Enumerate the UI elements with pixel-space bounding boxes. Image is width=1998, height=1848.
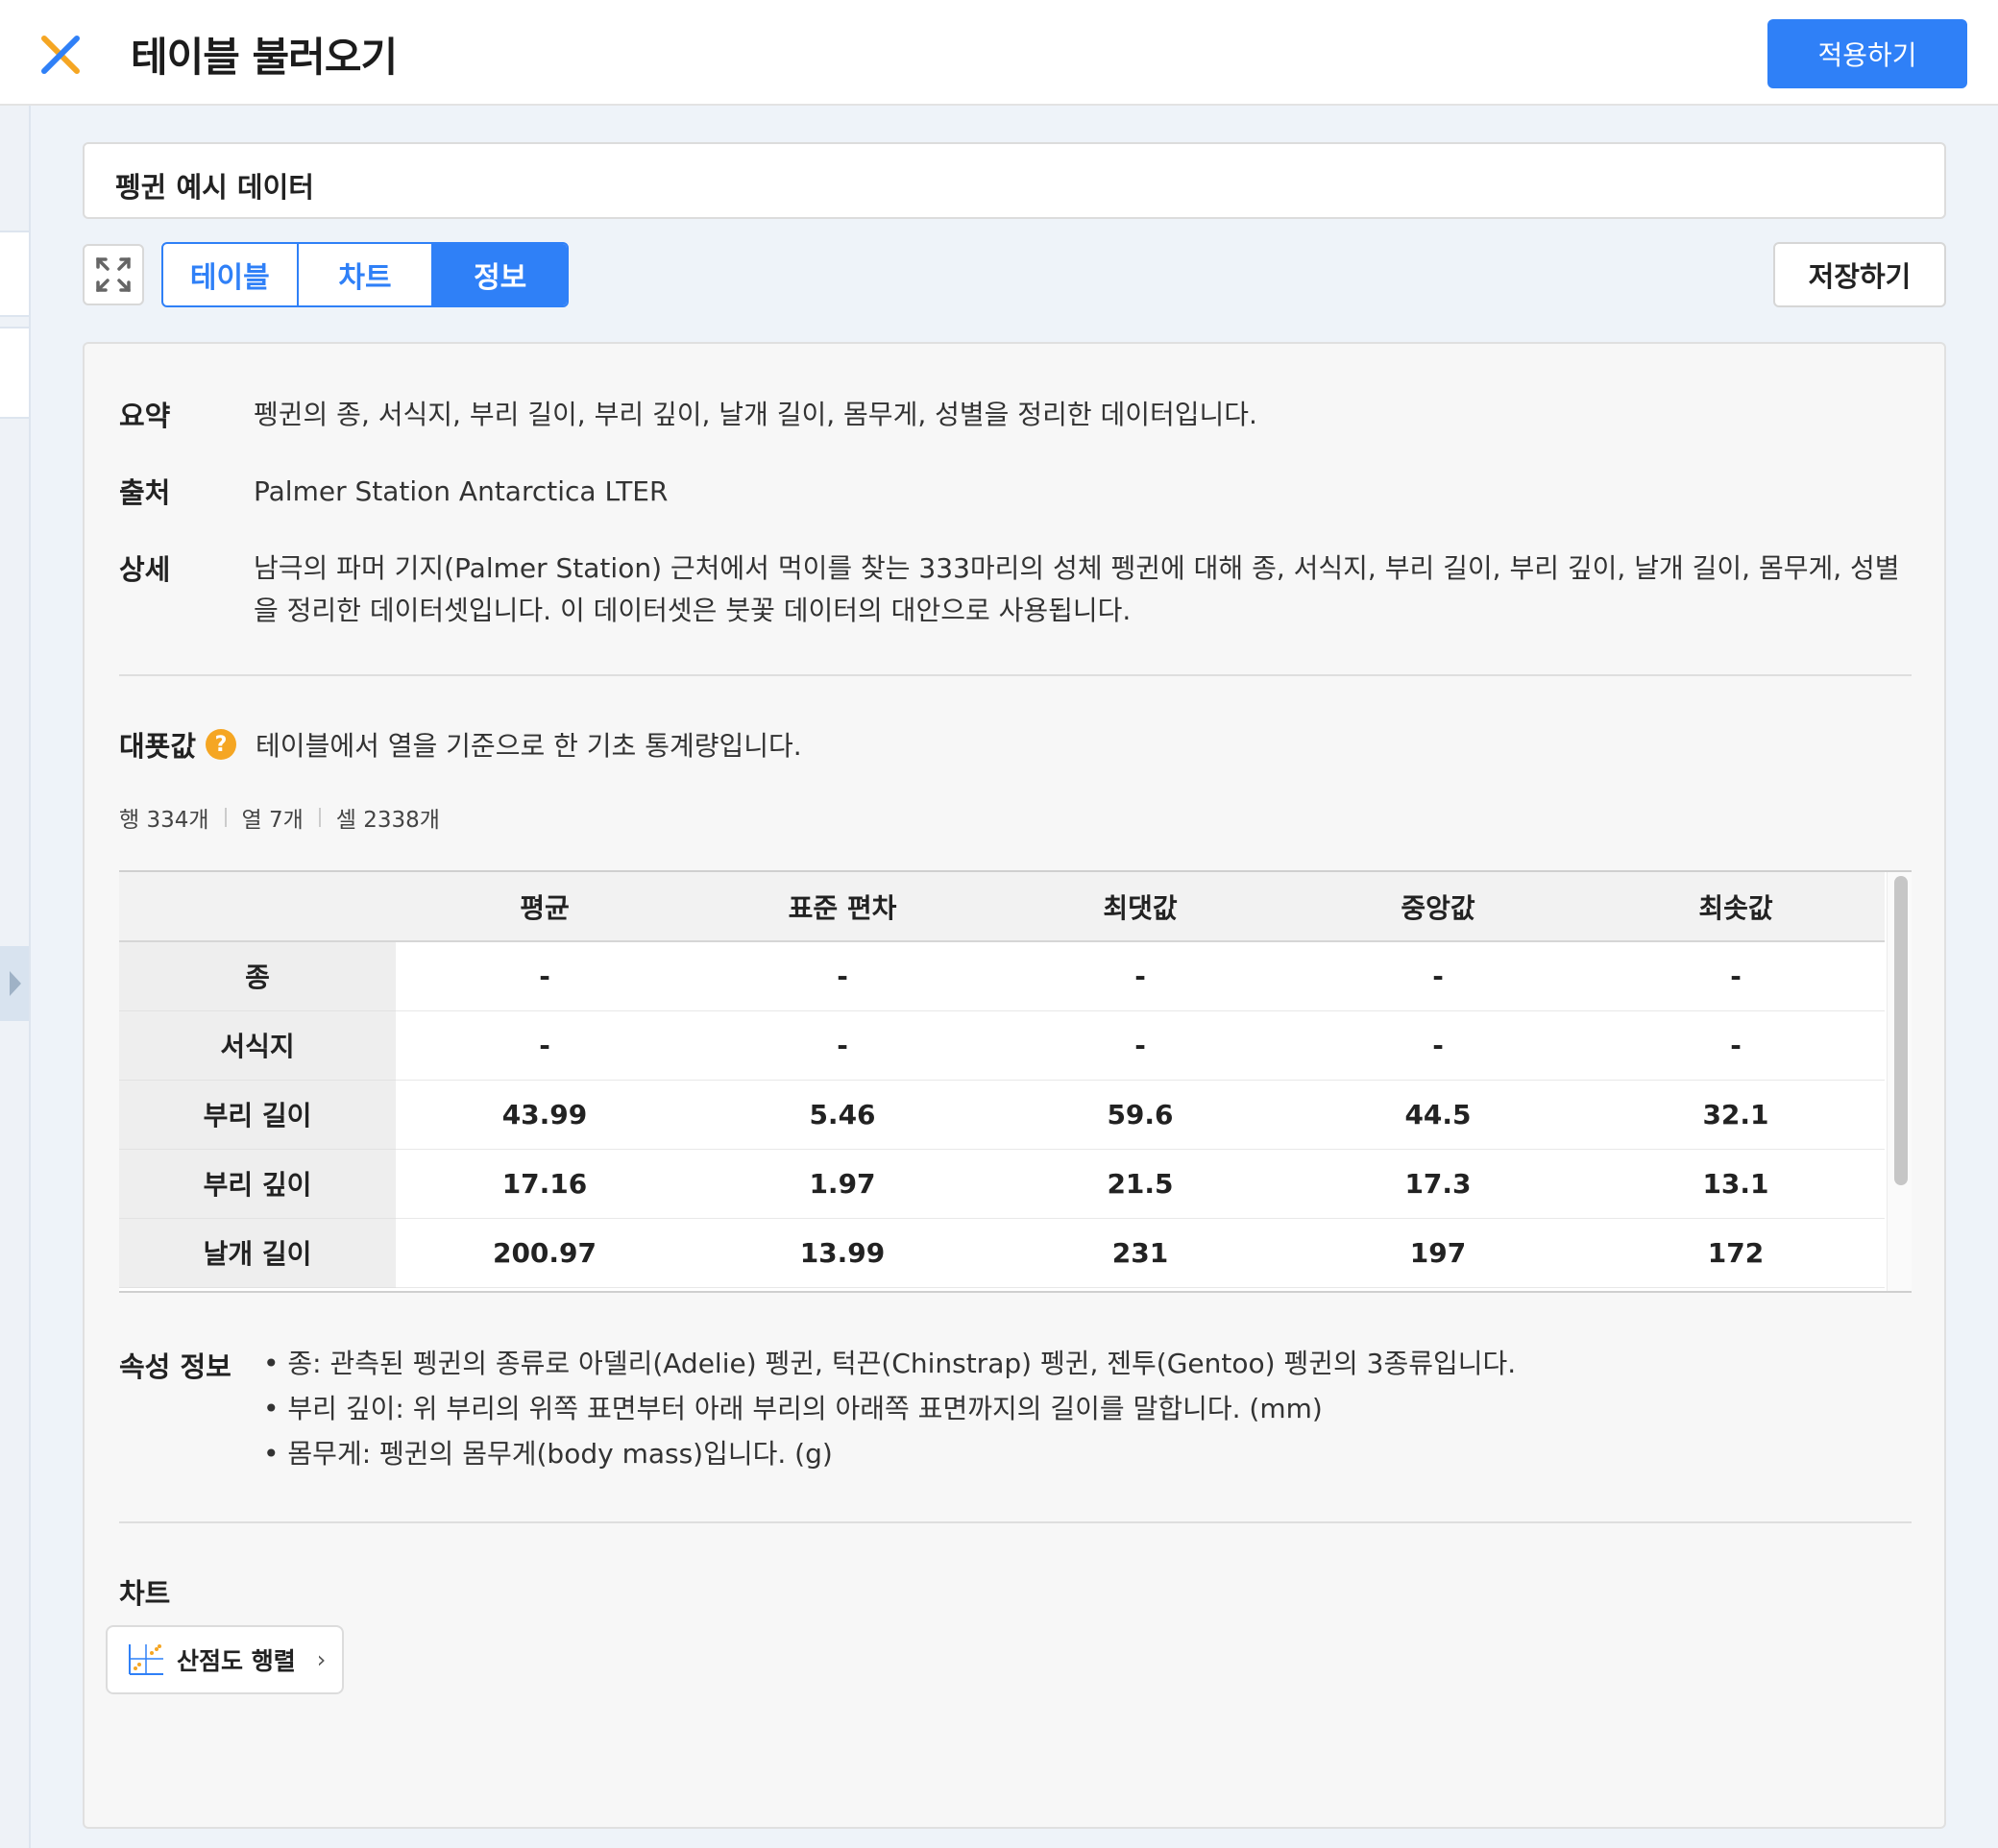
tab-chart[interactable]: 차트 — [299, 244, 434, 305]
divider — [119, 674, 1912, 676]
table-row: 부리 길이 43.99 5.46 59.6 44.5 32.1 — [119, 1080, 1885, 1150]
table-row: 부리 깊이 17.16 1.97 21.5 17.3 13.1 — [119, 1149, 1885, 1219]
table-cell: 13.99 — [694, 1218, 991, 1288]
charts-label: 차트 — [119, 1577, 171, 1610]
source-row: 출처 Palmer Station Antarctica LTER — [119, 471, 1906, 513]
separator — [224, 808, 227, 827]
detail-text: 남극의 파머 기지(Palmer Station) 근처에서 먹이를 찾는 33… — [254, 552, 1900, 626]
table-cell: 21.5 — [991, 1149, 1289, 1219]
divider — [119, 1521, 1912, 1523]
dataset-name-field[interactable]: 펭귄 예시 데이터 — [83, 142, 1946, 219]
table-cell: 44.5 — [1289, 1080, 1587, 1150]
table-cell: 197 — [1289, 1218, 1587, 1288]
table-cell: 200.97 — [396, 1218, 694, 1288]
table-header-row: 평균 표준 편차 최댓값 중앙값 최솟값 — [119, 872, 1885, 942]
sidebar-segment — [0, 231, 29, 317]
table-counts: 행 334개 열 7개 셀 2338개 — [119, 801, 440, 834]
table-cell: - — [1587, 1010, 1885, 1081]
list-item: 종: 관측된 펭귄의 종류로 아델리(Adelie) 펭귄, 턱끈(Chinst… — [263, 1341, 1516, 1386]
source-label: 출처 — [119, 476, 171, 509]
tab-info[interactable]: 정보 — [433, 244, 567, 305]
table-scroll-track[interactable] — [1887, 872, 1912, 1291]
table-cell: 32.1 — [1587, 1080, 1885, 1150]
table-scrollbar[interactable] — [1894, 876, 1908, 1185]
table-cell: - — [694, 941, 991, 1011]
row-header: 종 — [119, 941, 396, 1011]
table-cell: 17.16 — [396, 1149, 694, 1219]
table-cell: 1.97 — [694, 1149, 991, 1219]
column-header: 중앙값 — [1289, 872, 1587, 942]
table-cell: 43.99 — [396, 1080, 694, 1150]
table-cell: - — [1289, 941, 1587, 1011]
attributes-label: 속성 정보 — [119, 1350, 231, 1383]
table-cell: 5.46 — [694, 1080, 991, 1150]
row-header: 날개 길이 — [119, 1218, 396, 1288]
summary-label: 요약 — [119, 400, 171, 432]
view-tabs: 테이블 차트 정보 — [161, 242, 569, 307]
summary-row: 요약 펭귄의 종, 서식지, 부리 길이, 부리 깊이, 날개 길이, 몸무게,… — [119, 394, 1906, 436]
help-icon[interactable]: ? — [206, 729, 237, 760]
chevron-right-icon: › — [316, 1646, 327, 1673]
table-row: 종 - - - - - — [119, 941, 1885, 1011]
list-item: 몸무게: 펭귄의 몸무게(body mass)입니다. (g) — [263, 1431, 1516, 1476]
table-cell: - — [991, 1010, 1289, 1081]
table-cell: - — [1587, 941, 1885, 1011]
table-cell: - — [396, 941, 694, 1011]
row-header: 부리 길이 — [119, 1080, 396, 1150]
summary-text: 펭귄의 종, 서식지, 부리 길이, 부리 깊이, 날개 길이, 몸무게, 성별… — [254, 399, 1257, 430]
detail-row: 상세 남극의 파머 기지(Palmer Station) 근처에서 먹이를 찾는… — [119, 547, 1906, 632]
table-cell: - — [1289, 1010, 1587, 1081]
info-panel: 요약 펭귄의 종, 서식지, 부리 길이, 부리 깊이, 날개 길이, 몸무게,… — [83, 342, 1946, 1829]
sidebar-segment — [0, 327, 29, 419]
fullscreen-button[interactable] — [83, 244, 144, 305]
app-header: 테이블 불러오기 적용하기 — [0, 0, 1998, 106]
stats-label: 대푯값 — [119, 730, 197, 763]
column-count: 열 7개 — [241, 808, 304, 833]
table-cell: - — [396, 1010, 694, 1081]
column-header: 평균 — [396, 872, 694, 942]
scatter-matrix-icon — [129, 1644, 163, 1675]
apply-button[interactable]: 적용하기 — [1767, 19, 1967, 88]
table-cell: - — [991, 941, 1289, 1011]
column-header: 최댓값 — [991, 872, 1289, 942]
stats-heading: 대푯값 ? 테이블에서 열을 기준으로 한 기초 통계량입니다. — [119, 724, 802, 765]
column-header: 표준 편차 — [694, 872, 991, 942]
row-header: 서식지 — [119, 1010, 396, 1081]
row-header: 부리 깊이 — [119, 1149, 396, 1219]
tab-table[interactable]: 테이블 — [163, 244, 299, 305]
save-button[interactable]: 저장하기 — [1773, 242, 1946, 307]
table-cell: 17.3 — [1289, 1149, 1587, 1219]
table-cell: 172 — [1587, 1218, 1885, 1288]
table-row: 날개 길이 200.97 13.99 231 197 172 — [119, 1218, 1885, 1288]
stats-description: 테이블에서 열을 기준으로 한 기초 통계량입니다. — [256, 730, 802, 762]
attributes-list: 종: 관측된 펭귄의 종류로 아델리(Adelie) 펭귄, 턱끈(Chinst… — [263, 1341, 1516, 1476]
detail-label: 상세 — [119, 553, 171, 586]
source-text: Palmer Station Antarctica LTER — [254, 475, 669, 507]
separator — [318, 808, 321, 827]
sidebar-expand-handle[interactable] — [0, 946, 29, 1021]
page-title: 테이블 불러오기 — [131, 34, 398, 81]
cell-count: 셀 2338개 — [335, 808, 440, 833]
table-cell: 59.6 — [991, 1080, 1289, 1150]
scatter-matrix-label: 산점도 행렬 — [177, 1647, 296, 1675]
close-icon[interactable] — [38, 33, 83, 77]
scatter-matrix-button[interactable]: 산점도 행렬 › — [106, 1625, 344, 1694]
table-cell: 13.1 — [1587, 1149, 1885, 1219]
table-cell: 231 — [991, 1218, 1289, 1288]
column-header: 최솟값 — [1587, 872, 1885, 942]
table-cell: - — [694, 1010, 991, 1081]
table-row: 서식지 - - - - - — [119, 1010, 1885, 1081]
list-item: 부리 깊이: 위 부리의 위쪽 표면부터 아래 부리의 아래쪽 표면까지의 길이… — [263, 1386, 1516, 1431]
expand-icon — [96, 257, 131, 292]
corner-cell — [119, 872, 396, 942]
row-count: 행 334개 — [119, 808, 209, 833]
stats-table: 평균 표준 편차 최댓값 중앙값 최솟값 종 - - - - - 서식지 - -… — [119, 870, 1912, 1293]
